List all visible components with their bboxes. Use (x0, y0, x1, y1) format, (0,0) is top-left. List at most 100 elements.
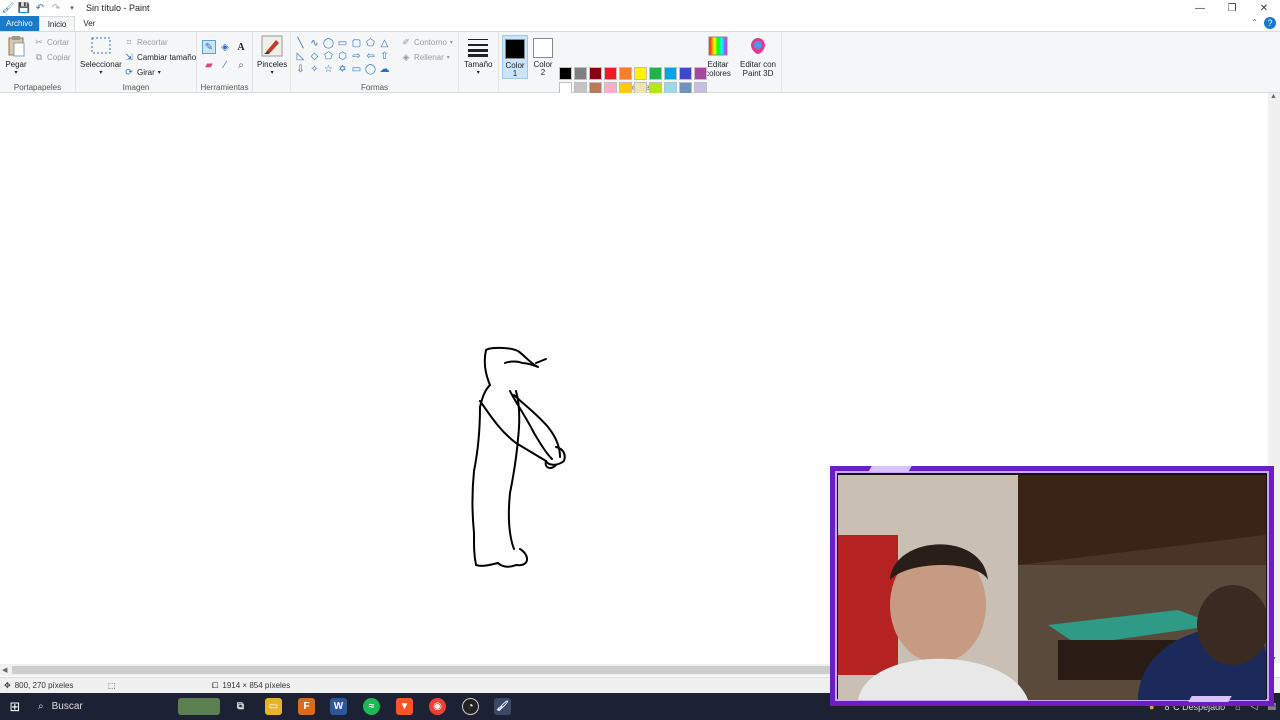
group-portapapeles: Pegar ▾ ✂ Cortar ⧉ Copiar Portapapeles (0, 32, 76, 94)
oval-shape-icon[interactable]: ◯ (322, 37, 335, 49)
chrome-icon[interactable]: ◉ (429, 698, 446, 715)
select-button[interactable]: Seleccionar ▾ (80, 34, 122, 78)
cut-button[interactable]: ✂ Cortar (34, 37, 69, 47)
resize-label: Cambiar tamaño (137, 52, 197, 62)
stick-figure-drawing (471, 346, 566, 568)
paint-app-icon: 🖌 (1, 2, 15, 14)
scroll-up-icon[interactable]: ▲ (1270, 93, 1277, 100)
palette-swatch[interactable] (634, 67, 647, 80)
palette-swatch[interactable] (559, 67, 572, 80)
palette-swatch[interactable] (679, 67, 692, 80)
left-arrow-shape-icon[interactable]: ⇦ (364, 50, 377, 62)
fl-studio-icon[interactable]: F (298, 698, 315, 715)
palette-swatch[interactable] (664, 67, 677, 80)
palette-swatch[interactable] (694, 67, 707, 80)
rotate-button[interactable]: ⟳ Girar ▾ (124, 67, 161, 77)
help-icon[interactable]: ? (1264, 17, 1276, 29)
paint3d-label: Editar con Paint 3D (739, 60, 777, 78)
close-button[interactable]: ✕ (1248, 0, 1280, 16)
crop-button[interactable]: ⌗ Recortar (124, 37, 167, 47)
tab-archivo[interactable]: Archivo (0, 16, 39, 31)
palette-swatch[interactable] (649, 67, 662, 80)
tab-inicio[interactable]: Inicio (38, 16, 76, 31)
rectangle-shape-icon[interactable]: ▭ (336, 37, 349, 49)
text-icon[interactable]: A (234, 40, 248, 54)
color-picker-icon[interactable]: ⁄ (218, 58, 232, 72)
word-icon[interactable]: W (330, 698, 347, 715)
outline-button[interactable]: ✐ Contorno ▾ (401, 37, 453, 47)
right-arrow-shape-icon[interactable]: ⇨ (350, 50, 363, 62)
six-point-star-shape-icon[interactable]: ✡ (336, 63, 349, 75)
undo-icon[interactable]: ↶ (34, 2, 46, 14)
customize-toolbar-icon[interactable]: ▾ (66, 2, 78, 14)
palette-swatch[interactable] (604, 67, 617, 80)
color2-button[interactable]: Color 2 (530, 35, 556, 79)
diamond-shape-icon[interactable]: ◇ (308, 50, 321, 62)
restore-button[interactable]: ❐ (1216, 0, 1248, 16)
quick-access-toolbar: 🖌 💾 ↶ ↷ ▾ (0, 2, 78, 14)
down-arrow-shape-icon[interactable]: ⇩ (294, 63, 307, 75)
palette-swatch[interactable] (574, 67, 587, 80)
palette-swatch[interactable] (589, 67, 602, 80)
fill-bucket-icon[interactable]: ◈ (218, 40, 232, 54)
spotify-icon[interactable]: ≈ (363, 698, 380, 715)
paste-label: Pegar (5, 60, 27, 69)
brushes-button[interactable]: Pinceles ▾ (257, 34, 287, 78)
redo-icon[interactable]: ↷ (50, 2, 62, 14)
minimize-button[interactable]: — (1184, 0, 1216, 16)
resize-button[interactable]: ⇲ Cambiar tamaño (124, 52, 196, 62)
rounded-rectangle-shape-icon[interactable]: ▢ (350, 37, 363, 49)
color2-label: Color 2 (533, 60, 553, 77)
copy-button[interactable]: ⧉ Copiar (34, 52, 71, 62)
callout-rect-shape-icon[interactable]: ▭ (350, 63, 363, 75)
rotate-dropdown-icon: ▾ (157, 69, 161, 76)
tab-ver[interactable]: Ver (75, 16, 103, 31)
collapse-ribbon-icon[interactable]: ⌃ (1251, 18, 1258, 27)
color1-button[interactable]: Color 1 (502, 35, 528, 79)
five-point-star-shape-icon[interactable]: ☆ (322, 63, 335, 75)
polygon-shape-icon[interactable]: ⬠ (364, 37, 377, 49)
paint-taskbar-icon[interactable]: 🖌 (494, 698, 511, 715)
windows-start-icon[interactable]: ⊞ (0, 693, 30, 720)
right-triangle-shape-icon[interactable]: ◺ (294, 50, 307, 62)
hexagon-shape-icon[interactable]: ⬡ (336, 50, 349, 62)
line-shape-icon[interactable]: ╲ (294, 37, 307, 49)
group-formas: ╲ ∿ ◯ ▭ ▢ ⬠ △ ◺ ◇ ⬠ ⬡ ⇨ ⇦ ⇧ ⇩ ✧ ☆ ✡ ▭ ◯ … (291, 32, 459, 94)
select-label: Seleccionar (80, 60, 122, 69)
fill-icon: ◈ (402, 51, 410, 62)
obs-icon[interactable]: ◔ (462, 698, 479, 715)
up-arrow-shape-icon[interactable]: ⇧ (378, 50, 391, 62)
paint3d-button[interactable]: Editar con Paint 3D (737, 34, 779, 78)
pentagon-shape-icon[interactable]: ⬠ (322, 50, 335, 62)
brave-icon[interactable]: ▼ (396, 698, 413, 715)
callout-oval-shape-icon[interactable]: ◯ (364, 63, 377, 75)
size-button[interactable]: Tamaño ▾ (464, 34, 492, 78)
taskbar-search[interactable]: ⌕ Buscar (30, 693, 170, 720)
paste-dropdown-icon[interactable]: ▾ (14, 69, 17, 78)
save-icon[interactable]: 💾 (18, 2, 30, 14)
palette-swatch[interactable] (619, 67, 632, 80)
pencil-icon[interactable]: ✎ (202, 40, 216, 54)
color1-label: Color 1 (505, 61, 525, 78)
color-spectrum-icon (706, 34, 730, 58)
brushes-label: Pinceles (257, 60, 288, 69)
triangle-shape-icon[interactable]: △ (378, 37, 391, 49)
cloud-callout-shape-icon[interactable]: ☁ (378, 63, 391, 75)
fill-button[interactable]: ◈ Rellenar ▾ (401, 52, 450, 62)
cursor-position-text: 800, 270 píxeles (14, 681, 74, 690)
magnifier-icon[interactable]: ⌕ (234, 58, 248, 72)
eraser-icon[interactable]: ▰ (202, 58, 216, 72)
four-point-star-shape-icon[interactable]: ✧ (308, 63, 321, 75)
cursor-position: ✥ 800, 270 píxeles (4, 681, 73, 690)
file-explorer-icon[interactable]: ▭ (265, 698, 282, 715)
fill-dropdown-icon: ▾ (446, 54, 450, 61)
paste-button[interactable]: Pegar ▾ (4, 34, 28, 78)
task-view-icon[interactable]: ⧉ (232, 698, 249, 715)
select-dropdown-icon[interactable]: ▾ (99, 69, 102, 78)
search-highlight-icon[interactable] (178, 698, 220, 715)
group-size: Tamaño ▾ (459, 32, 499, 94)
group-label-imagen: Imagen (122, 83, 150, 92)
brush-icon (260, 34, 284, 58)
scroll-left-icon[interactable]: ◀ (2, 666, 7, 674)
curve-shape-icon[interactable]: ∿ (308, 37, 321, 49)
